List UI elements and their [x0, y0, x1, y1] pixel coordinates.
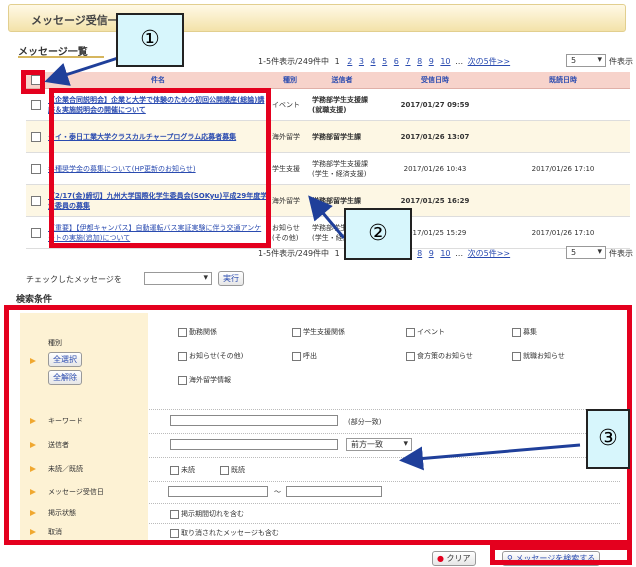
callout-1: ① [116, 13, 184, 67]
callout-3: ③ [586, 409, 630, 469]
arrow-2 [308, 195, 346, 239]
arrow-3 [399, 443, 581, 471]
callout-2: ② [344, 208, 412, 260]
annotation-arrows [44, 56, 581, 471]
arrow-1 [44, 56, 119, 86]
